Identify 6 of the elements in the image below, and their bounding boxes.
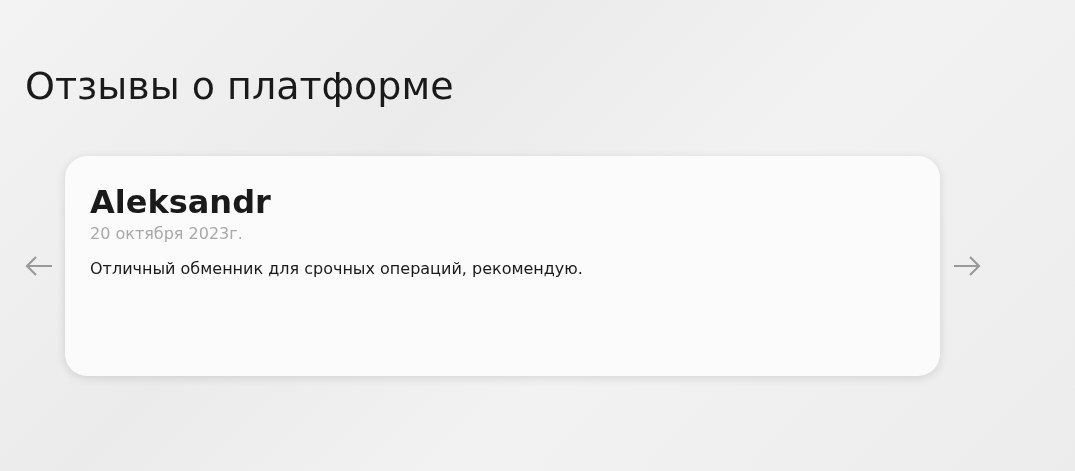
review-text: Отличный обменник для срочных операций, рекомендую.: [90, 259, 584, 278]
section-heading: Отзывы о платформе: [24, 63, 455, 110]
review-author: Aleksandr: [90, 182, 272, 222]
arrow-right-icon[interactable]: [952, 254, 982, 278]
arrow-left-icon[interactable]: [24, 254, 54, 278]
review-date: 20 октября 2023г.: [90, 224, 244, 243]
